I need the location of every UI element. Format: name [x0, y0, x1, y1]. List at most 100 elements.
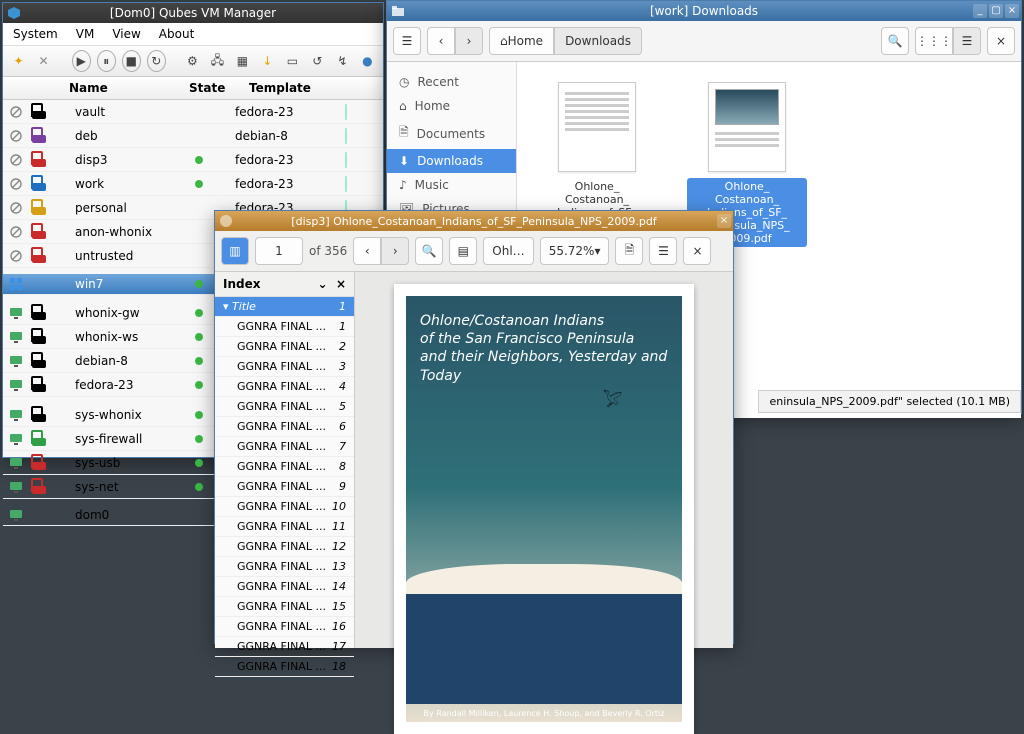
toc-item[interactable]: GGNRA FINAL ...3 [215, 357, 354, 377]
col-state[interactable]: State [189, 81, 249, 95]
toc-item[interactable]: GGNRA FINAL ...16 [215, 617, 354, 637]
toc-label: GGNRA FINAL ... [223, 560, 326, 573]
maximize-icon[interactable]: ▢ [989, 4, 1003, 18]
breadcrumb-home[interactable]: ⌂ Home [489, 27, 554, 55]
toc-item[interactable]: GGNRA FINAL ...15 [215, 597, 354, 617]
lock-icon [31, 304, 53, 321]
find-icon[interactable]: 🔍 [415, 237, 443, 265]
stop-icon[interactable]: ■ [122, 50, 141, 72]
index-close-icon[interactable]: × [336, 277, 346, 291]
toc-item[interactable]: GGNRA FINAL ...2 [215, 337, 354, 357]
toc-item[interactable]: GGNRA FINAL ... 4 [215, 377, 354, 397]
down-icon: ⬇ [399, 154, 409, 168]
vm-name: vault [75, 105, 195, 119]
delete-vm-icon[interactable]: ✕ [34, 50, 53, 72]
view-grid-icon[interactable]: ⋮⋮⋮ [915, 27, 953, 55]
qubes-titlebar[interactable]: [Dom0] Qubes VM Manager [3, 3, 383, 23]
lock-icon [31, 199, 53, 216]
pdf-titlebar[interactable]: [disp3] Ohlone_Costanoan_Indians_of_SF_P… [215, 211, 733, 231]
doc-title-chip[interactable]: Ohl… [483, 237, 533, 265]
view-list-icon[interactable]: ☰ [953, 27, 981, 55]
forward-button[interactable]: › [455, 27, 483, 55]
toc-item[interactable]: GGNRA FINAL ...1 [215, 317, 354, 337]
terminal-icon[interactable]: ▭ [283, 50, 302, 72]
vm-type-icon [9, 456, 31, 470]
minimize-icon[interactable]: _ [973, 4, 987, 18]
vm-progress [345, 129, 385, 143]
pdf-page-area[interactable]: Ohlone/Costanoan Indians of the San Fran… [355, 272, 733, 648]
sidebar-item[interactable]: ⬇Downloads [387, 149, 516, 173]
refresh-icon[interactable]: ↺ [308, 50, 327, 72]
bird-icon: 𓅯 [603, 386, 622, 412]
toc-page: 13 [332, 560, 346, 573]
view-mode-icon[interactable]: 🗎 [615, 237, 643, 265]
toc-page: 4 [339, 380, 346, 393]
kill-icon[interactable]: ↯ [333, 50, 352, 72]
vm-row[interactable]: vaultfedora-23 [3, 100, 383, 124]
settings-icon[interactable]: ⚙ [183, 50, 202, 72]
toc-item[interactable]: GGNRA FINAL ...18 [215, 657, 354, 677]
devices-icon[interactable]: 🖧 [208, 50, 227, 72]
pdf-toolbar: ▥ of 356 ‹ › 🔍 ▤ Ohl… 55.72% ▾ 🗎 ☰ × [215, 231, 733, 272]
vm-row[interactable]: workfedora-23 [3, 172, 383, 196]
fm-titlebar[interactable]: [work] Downloads _▢× [387, 1, 1021, 21]
grid-menu-icon[interactable]: ☰ [393, 27, 421, 55]
toc-label: GGNRA FINAL ... [223, 580, 326, 593]
apps-icon[interactable]: ▦ [233, 50, 252, 72]
vm-progress [345, 153, 385, 167]
toc-item[interactable]: GGNRA FINAL ...17 [215, 637, 354, 657]
page-input[interactable] [255, 237, 303, 265]
menu-view[interactable]: View [112, 27, 140, 41]
col-name[interactable]: Name [69, 81, 189, 95]
toc-item[interactable]: GGNRA FINAL ... 13 [215, 557, 354, 577]
toc-item[interactable]: GGNRA FINAL ...7 [215, 437, 354, 457]
toc-item[interactable]: GGNRA FINAL ...12 [215, 537, 354, 557]
sidebar-item[interactable]: ♪Music [387, 173, 516, 197]
file-thumbnail-icon [708, 82, 786, 172]
close-icon[interactable]: × [717, 214, 731, 228]
toc-label: GGNRA FINAL ... [223, 400, 326, 413]
sidebar-item[interactable]: ⌂Home [387, 94, 516, 118]
pdf-index-panel: Index ⌄ × ▾ Title1 GGNRA FINAL ...1GGNRA… [215, 272, 355, 648]
sidebar-item[interactable]: 🗎Documents [387, 118, 516, 149]
prev-page-button[interactable]: ‹ [353, 237, 381, 265]
index-title-row[interactable]: ▾ Title1 [215, 297, 354, 317]
toc-item[interactable]: GGNRA FINAL ...6 [215, 417, 354, 437]
toc-item[interactable]: GGNRA FINAL ...11 [215, 517, 354, 537]
index-collapse-icon[interactable]: ⌄ [318, 277, 328, 291]
breadcrumb-current[interactable]: Downloads [554, 27, 642, 55]
pdf-close-button[interactable]: × [683, 237, 711, 265]
toc-item[interactable]: GGNRA FINAL ...5 [215, 397, 354, 417]
search-icon[interactable]: 🔍 [881, 27, 909, 55]
lock-icon [31, 406, 53, 423]
close-button[interactable]: × [987, 27, 1015, 55]
toc-item[interactable]: GGNRA FINAL ...9 [215, 477, 354, 497]
zoom-select[interactable]: 55.72% ▾ [540, 237, 610, 265]
toc-item[interactable]: GGNRA FINAL ...10 [215, 497, 354, 517]
close-icon[interactable]: × [1005, 4, 1019, 18]
new-vm-icon[interactable]: ✦ [9, 50, 28, 72]
statusbar: eninsula_NPS_2009.pdf" selected (10.1 MB… [758, 390, 1021, 413]
toc-item[interactable]: GGNRA FINAL ...14 [215, 577, 354, 597]
play-icon[interactable]: ▶ [72, 50, 91, 72]
globe-icon[interactable]: ● [358, 50, 377, 72]
update-icon[interactable]: ↓ [258, 50, 277, 72]
menu-icon[interactable]: ☰ [649, 237, 677, 265]
outline-icon[interactable]: ▤ [449, 237, 477, 265]
restart-icon[interactable]: ↻ [147, 50, 166, 72]
back-button[interactable]: ‹ [427, 27, 455, 55]
col-template[interactable]: Template [249, 81, 359, 95]
next-page-button[interactable]: › [381, 237, 409, 265]
vm-row[interactable]: disp3fedora-23 [3, 148, 383, 172]
vm-row[interactable]: debdebian-8 [3, 124, 383, 148]
sidebar-item[interactable]: ◷Recent [387, 70, 516, 94]
vm-type-icon [9, 306, 31, 320]
lock-icon [31, 328, 53, 345]
menu-about[interactable]: About [159, 27, 194, 41]
menu-system[interactable]: System [13, 27, 58, 41]
sidebar-toggle-icon[interactable]: ▥ [221, 237, 249, 265]
toc-label: GGNRA FINAL ... [223, 380, 326, 393]
toc-item[interactable]: GGNRA FINAL ...8 [215, 457, 354, 477]
pause-icon[interactable]: ⏸ [97, 50, 116, 72]
menu-vm[interactable]: VM [76, 27, 95, 41]
